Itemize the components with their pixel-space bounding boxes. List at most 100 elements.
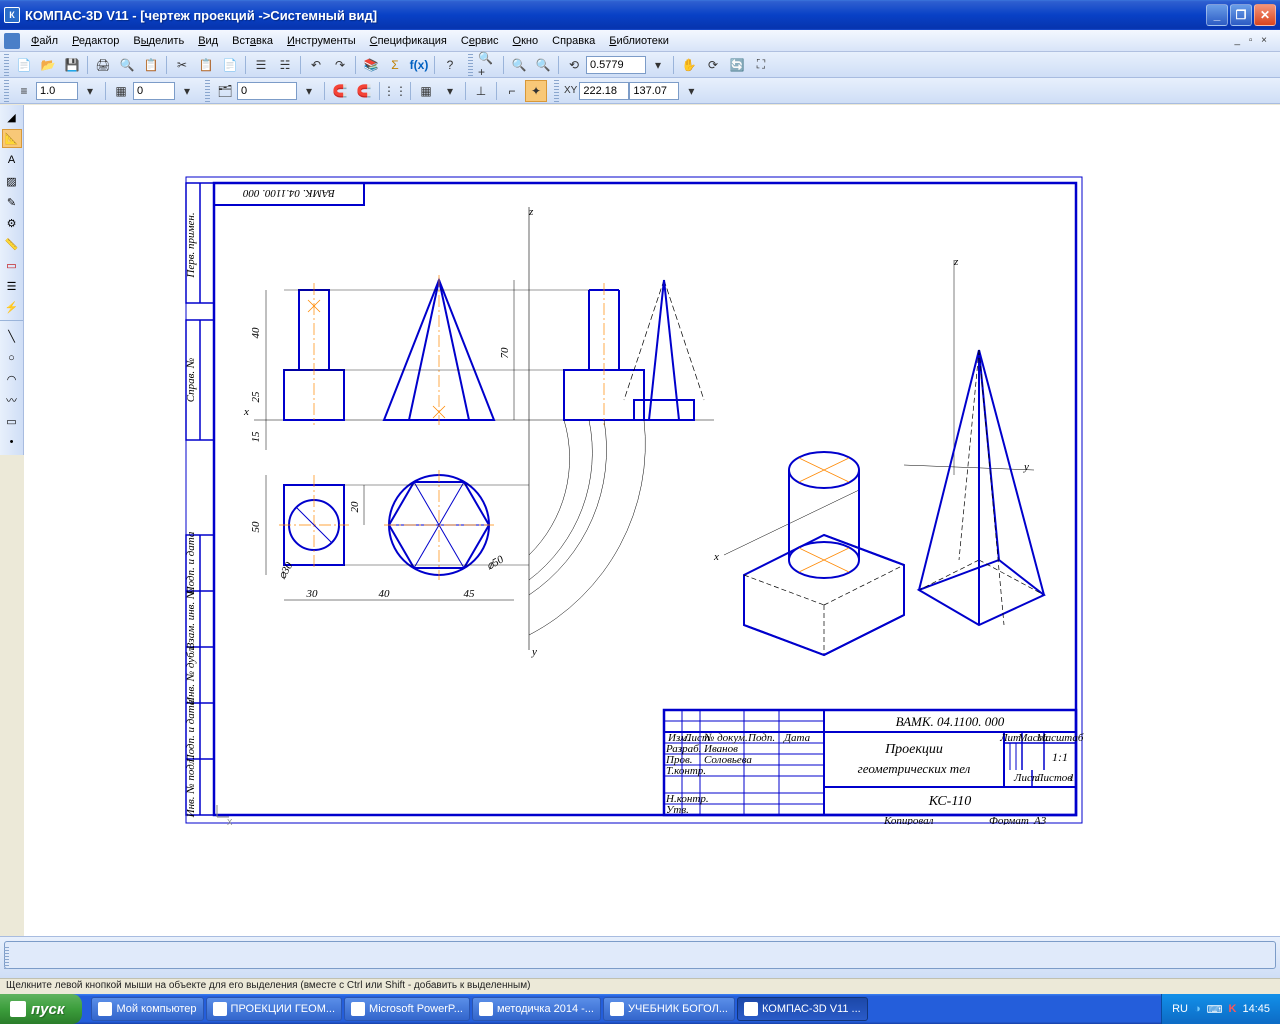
tray-icon[interactable]: ⌨ [1207, 1003, 1223, 1016]
style-input[interactable] [36, 82, 78, 100]
zoom-in-button[interactable]: 🔍+ [477, 54, 499, 76]
menu-select[interactable]: Выделить [126, 32, 191, 50]
edit-tool[interactable]: ✎ [2, 193, 22, 212]
tray-icon[interactable]: K [1229, 1003, 1237, 1015]
clock[interactable]: 14:45 [1242, 1003, 1270, 1015]
task-item-active[interactable]: КОМПАС-3D V11 ... [737, 997, 868, 1021]
menu-insert[interactable]: Вставка [225, 32, 280, 50]
mdi-buttons[interactable]: _ ▫ × [1234, 35, 1276, 46]
snap-off-button[interactable]: 🧲 [353, 80, 375, 102]
lcs-button[interactable]: ⌐ [501, 80, 523, 102]
menu-tools[interactable]: Инструменты [280, 32, 363, 50]
doc-menu-icon[interactable] [4, 33, 20, 49]
menu-file[interactable]: ФФайлайл [24, 32, 65, 50]
preview-button[interactable]: 🔍 [116, 54, 138, 76]
coord-x-input[interactable] [579, 82, 629, 100]
tray-icon[interactable]: ◑ [1194, 1003, 1201, 1015]
task-item[interactable]: УЧЕБНИК БОГОЛ... [603, 997, 735, 1021]
zoom-window-button[interactable]: 🔍 [508, 54, 530, 76]
start-button[interactable]: пуск [0, 994, 82, 1024]
snap-on-button[interactable]: 🧲 [329, 80, 351, 102]
menu-spec[interactable]: Спецификация [363, 32, 454, 50]
text-tool[interactable]: A [2, 150, 22, 169]
grid-button[interactable]: ▦ [415, 80, 437, 102]
geom-tool[interactable]: ◢ [2, 108, 22, 127]
paste-button[interactable]: 📄 [219, 54, 241, 76]
redo-button[interactable]: ↷ [329, 54, 351, 76]
zoom-value-input[interactable] [586, 56, 646, 74]
toolbar-handle[interactable] [554, 80, 559, 102]
toolbar-handle[interactable] [4, 54, 9, 76]
help-button[interactable]: ? [439, 54, 461, 76]
props-button[interactable]: ☰ [250, 54, 272, 76]
copy-button[interactable]: 📋 [195, 54, 217, 76]
menu-view[interactable]: Вид [191, 32, 225, 50]
toolbar-handle[interactable] [4, 80, 9, 102]
coord-dd[interactable]: ▾ [680, 80, 702, 102]
ortho-button[interactable]: ⊥ [470, 80, 492, 102]
close-button[interactable]: ✕ [1254, 4, 1276, 26]
circle-tool[interactable]: ○ [2, 348, 22, 367]
print-button[interactable]: 🖨 [92, 54, 114, 76]
task-item[interactable]: Microsoft PowerP... [344, 997, 470, 1021]
menu-libraries[interactable]: Библиотеки [602, 32, 676, 50]
menu-editor[interactable]: Редактор [65, 32, 126, 50]
fx-button[interactable]: f(x) [408, 54, 430, 76]
task-item[interactable]: ПРОЕКЦИИ ГЕОМ... [206, 997, 343, 1021]
fit-button[interactable]: ⛶ [750, 54, 772, 76]
props2-button[interactable]: ☵ [274, 54, 296, 76]
snap-active-button[interactable]: ✦ [525, 80, 547, 102]
task-item[interactable]: Мой компьютер [91, 997, 203, 1021]
layers-mgr-button[interactable]: 🗂 [214, 80, 236, 102]
rect-tool[interactable]: ▭ [2, 412, 22, 431]
lib-button[interactable]: 📚 [360, 54, 382, 76]
rotate-button[interactable]: ⟳ [702, 54, 724, 76]
layer-dd[interactable]: ▾ [176, 80, 198, 102]
grid-toggle-button[interactable]: ⋮⋮ [384, 80, 406, 102]
layer2-dd[interactable]: ▾ [298, 80, 320, 102]
select-tool[interactable]: ▭ [2, 256, 22, 275]
toolbar-handle[interactable] [4, 947, 9, 969]
system-tray[interactable]: RU ◑ ⌨ K 14:45 [1161, 994, 1280, 1024]
plot-button[interactable]: 📋 [140, 54, 162, 76]
toolbar-handle[interactable] [468, 54, 473, 76]
dim-tool[interactable]: 📐 [2, 129, 22, 148]
maximize-button[interactable]: ❐ [1230, 4, 1252, 26]
layer-input[interactable] [133, 82, 175, 100]
new-button[interactable]: 📄 [13, 54, 35, 76]
zoom-dyn-button[interactable]: 🔍 [532, 54, 554, 76]
point-tool[interactable]: • [2, 433, 22, 452]
save-button[interactable]: 💾 [61, 54, 83, 76]
toolbar-handle[interactable] [205, 80, 210, 102]
style-dd[interactable]: ▾ [79, 80, 101, 102]
lang-indicator[interactable]: RU [1172, 1003, 1188, 1015]
undo-button[interactable]: ↶ [305, 54, 327, 76]
zoom-prev-button[interactable]: ⟲ [563, 54, 585, 76]
menu-help[interactable]: Справка [545, 32, 602, 50]
arc-tool[interactable]: ◠ [2, 369, 22, 388]
hatch-tool[interactable]: ▨ [2, 171, 22, 190]
minimize-button[interactable]: _ [1206, 4, 1228, 26]
spec-tool[interactable]: ☰ [2, 277, 22, 296]
cut-button[interactable]: ✂ [171, 54, 193, 76]
canvas[interactable]: Перв. примен. Справ. № Подп. и дата Взам… [24, 105, 1280, 936]
menu-service[interactable]: Сервис [454, 32, 506, 50]
redraw-button[interactable]: 🔄 [726, 54, 748, 76]
menu-window[interactable]: Окно [506, 32, 546, 50]
zoom-dd-button[interactable]: ▾ [647, 54, 669, 76]
property-panel[interactable] [4, 941, 1276, 969]
coord-y-input[interactable] [629, 82, 679, 100]
layer-btn[interactable]: ▦ [110, 80, 132, 102]
var-button[interactable]: Σ [384, 54, 406, 76]
grid-dd[interactable]: ▾ [439, 80, 461, 102]
task-item[interactable]: методичка 2014 -... [472, 997, 601, 1021]
param-tool[interactable]: ⚙ [2, 214, 22, 233]
style-button[interactable]: ≡ [13, 80, 35, 102]
pan-button[interactable]: ✋ [678, 54, 700, 76]
layer2-input[interactable] [237, 82, 297, 100]
line-tool[interactable]: ╲ [2, 327, 22, 346]
open-button[interactable]: 📂 [37, 54, 59, 76]
spline-tool[interactable]: 〰 [2, 391, 22, 410]
measure-tool[interactable]: 📏 [2, 235, 22, 254]
assoc-tool[interactable]: ⚡ [2, 298, 22, 317]
